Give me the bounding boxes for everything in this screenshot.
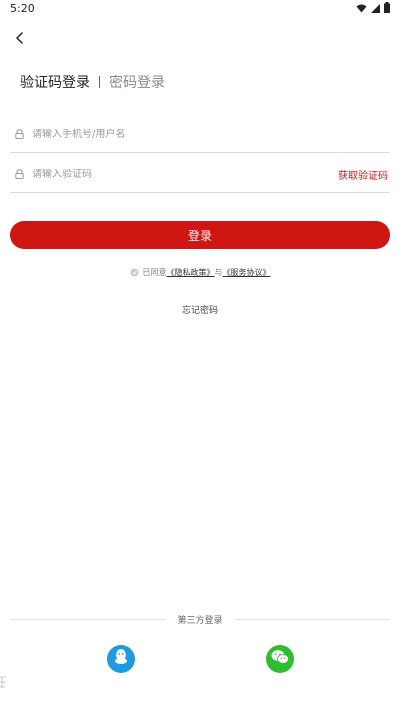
- login-button-label: 登录: [187, 228, 212, 243]
- status-icons: [356, 2, 390, 16]
- battery-icon: [384, 2, 390, 16]
- tab-code-login[interactable]: 验证码登录: [20, 72, 90, 92]
- check-circle-icon[interactable]: [130, 268, 139, 277]
- signal-icon: [371, 3, 380, 16]
- code-input[interactable]: [32, 168, 338, 180]
- qq-icon: [113, 648, 129, 670]
- divider-line-left: [10, 618, 166, 620]
- login-tabs: 验证码登录 密码登录: [20, 72, 165, 92]
- chevron-left-icon: [15, 29, 25, 48]
- edge-watermark-icon: [0, 675, 8, 692]
- privacy-policy-link[interactable]: 《隐私政策》: [167, 267, 215, 278]
- wechat-icon: [271, 649, 289, 669]
- service-agreement-link[interactable]: 《服务协议》: [223, 267, 271, 278]
- qq-login-button[interactable]: [107, 645, 135, 673]
- third-party-label: 第三方登录: [177, 615, 223, 626]
- lock-icon: [12, 167, 26, 181]
- phone-input[interactable]: [32, 128, 390, 140]
- divider-line-right: [234, 618, 391, 620]
- forgot-password-link[interactable]: 忘记密码: [0, 303, 400, 316]
- lock-icon: [12, 127, 26, 141]
- get-code-button[interactable]: 获取验证码: [338, 167, 388, 182]
- agreement-connector: 与: [214, 268, 223, 277]
- code-field: 获取验证码: [10, 156, 390, 193]
- back-button[interactable]: [10, 28, 30, 48]
- agreement-prefix: 已同意: [142, 268, 167, 277]
- wifi-icon: [356, 3, 367, 16]
- status-bar: 5:20: [0, 0, 400, 18]
- phone-field: [10, 116, 390, 153]
- login-button[interactable]: 登录: [10, 221, 390, 249]
- third-party-divider: 第三方登录: [10, 612, 391, 626]
- wechat-login-button[interactable]: [266, 645, 294, 673]
- tab-password-login[interactable]: 密码登录: [109, 72, 165, 92]
- agreement-row: 已同意 《隐私政策》 与 《服务协议》: [0, 267, 400, 278]
- status-time: 5:20: [10, 2, 35, 15]
- tab-divider: [99, 76, 100, 88]
